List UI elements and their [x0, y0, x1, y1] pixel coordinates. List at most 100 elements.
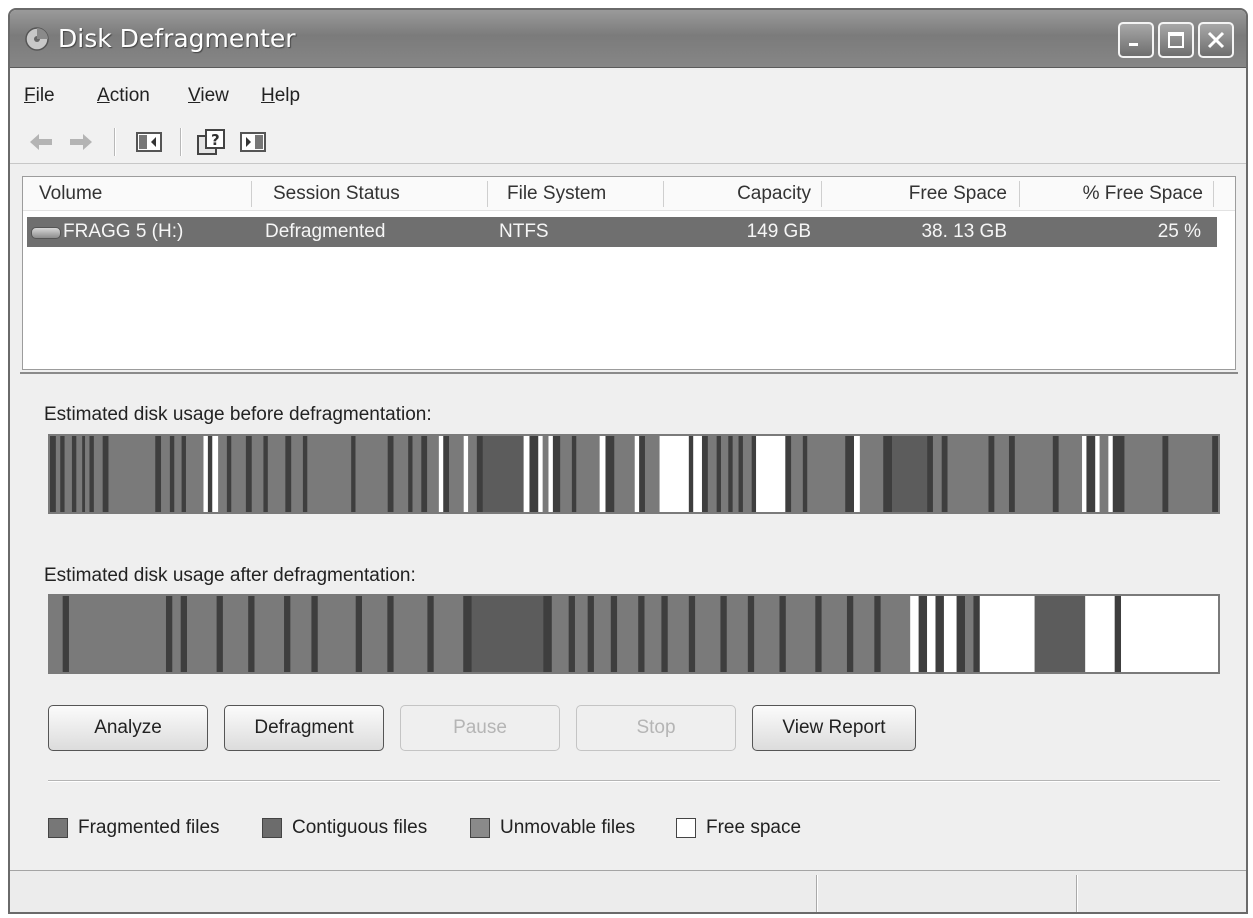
file-segment: [226, 436, 232, 512]
hard-drive-icon: [31, 227, 61, 239]
file-segment: [1112, 436, 1125, 512]
column-divider[interactable]: [821, 181, 822, 207]
column-divider[interactable]: [1213, 181, 1214, 207]
file-segment: [169, 436, 175, 512]
stop-button[interactable]: Stop: [576, 705, 736, 751]
after-usage-graph: [50, 596, 1218, 672]
file-segment: [785, 436, 792, 512]
column-divider[interactable]: [663, 181, 664, 207]
menu-view[interactable]: View: [188, 85, 229, 107]
file-segment: [408, 436, 413, 512]
free-space-segment: [599, 436, 606, 512]
file-segment: [50, 596, 63, 672]
file-segment: [1212, 436, 1218, 512]
file-segment: [291, 436, 304, 512]
column-divider[interactable]: [1019, 181, 1020, 207]
file-segment: [463, 596, 472, 672]
file-segment: [174, 436, 182, 512]
menu-help[interactable]: Help: [261, 85, 300, 107]
file-segment: [93, 436, 103, 512]
defragmenter-app-icon: [25, 27, 49, 51]
file-segment: [355, 436, 388, 512]
cell-free-space: 38. 13 GB: [921, 221, 1007, 242]
show-hide-console-tree-icon[interactable]: [134, 128, 164, 156]
file-segment: [1014, 436, 1054, 512]
column-header-percent-free-space[interactable]: % Free Space: [1033, 183, 1203, 205]
file-segment: [543, 596, 553, 672]
file-segment: [688, 436, 694, 512]
back-arrow-icon[interactable]: [26, 128, 56, 156]
after-usage-bar: [48, 594, 1220, 674]
file-segment: [853, 596, 875, 672]
file-segment: [421, 436, 428, 512]
volume-row[interactable]: FRAGG 5 (H:) Defragmented NTFS 149 GB 38…: [27, 217, 1217, 247]
column-divider[interactable]: [251, 181, 252, 207]
legend-swatch: [262, 818, 282, 838]
forward-arrow-icon[interactable]: [66, 128, 96, 156]
file-segment: [751, 436, 757, 512]
before-usage-bar: [48, 434, 1220, 514]
column-header-free-space[interactable]: Free Space: [841, 183, 1007, 205]
menu-action[interactable]: Action: [97, 85, 150, 107]
splitter[interactable]: [20, 372, 1238, 374]
file-segment: [1008, 436, 1016, 512]
divider: [48, 780, 1220, 782]
close-button[interactable]: [1198, 22, 1234, 58]
file-segment: [965, 596, 974, 672]
column-header-volume[interactable]: Volume: [39, 183, 102, 205]
file-segment: [638, 596, 645, 672]
disk-defragmenter-window: Disk Defragmenter File Action View Help: [8, 8, 1248, 914]
pause-button[interactable]: Pause: [400, 705, 560, 751]
title-bar[interactable]: Disk Defragmenter: [10, 10, 1246, 68]
file-segment: [947, 436, 989, 512]
file-segment: [311, 596, 319, 672]
file-segment: [393, 436, 409, 512]
analyze-button[interactable]: Analyze: [48, 705, 208, 751]
file-segment: [1168, 436, 1213, 512]
file-segment: [254, 596, 285, 672]
status-bar: [10, 870, 1246, 912]
file-segment: [393, 596, 428, 672]
file-segment: [571, 436, 577, 512]
show-hide-action-pane-icon[interactable]: [238, 128, 268, 156]
file-segment: [560, 436, 573, 512]
free-space-segment: [756, 436, 786, 512]
free-space-segment: [979, 596, 1035, 672]
file-segment: [918, 596, 928, 672]
file-segment: [245, 436, 253, 512]
file-segment: [644, 596, 662, 672]
file-segment: [791, 436, 804, 512]
file-segment: [387, 596, 394, 672]
defragment-button[interactable]: Defragment: [224, 705, 384, 751]
file-segment: [701, 436, 709, 512]
file-segment: [720, 596, 728, 672]
column-header-capacity[interactable]: Capacity: [683, 183, 811, 205]
status-bar-separator: [1076, 875, 1078, 912]
file-segment: [1052, 436, 1059, 512]
toolbar-separator: [180, 128, 182, 156]
before-usage-label: Estimated disk usage before defragmentat…: [44, 404, 432, 425]
free-space-segment: [943, 596, 957, 672]
column-divider[interactable]: [487, 181, 488, 207]
file-segment: [821, 596, 848, 672]
file-segment: [351, 436, 356, 512]
status-bar-separator: [816, 875, 818, 912]
file-segment: [155, 436, 162, 512]
file-segment: [185, 436, 204, 512]
maximize-button[interactable]: [1158, 22, 1194, 58]
help-icon[interactable]: ?: [196, 128, 228, 158]
view-report-button[interactable]: View Report: [752, 705, 916, 751]
file-segment: [529, 436, 539, 512]
legend-swatch: [470, 818, 490, 838]
minimize-button[interactable]: [1118, 22, 1154, 58]
column-header-file-system[interactable]: File System: [507, 183, 606, 205]
menu-file[interactable]: File: [24, 85, 55, 107]
file-segment: [355, 596, 363, 672]
file-segment: [412, 436, 422, 512]
column-header-session-status[interactable]: Session Status: [273, 183, 400, 205]
free-space-segment: [212, 436, 219, 512]
file-segment: [68, 596, 167, 672]
maximize-icon: [1168, 32, 1184, 48]
after-usage-label: Estimated disk usage after defragmentati…: [44, 565, 416, 586]
file-segment: [568, 596, 576, 672]
